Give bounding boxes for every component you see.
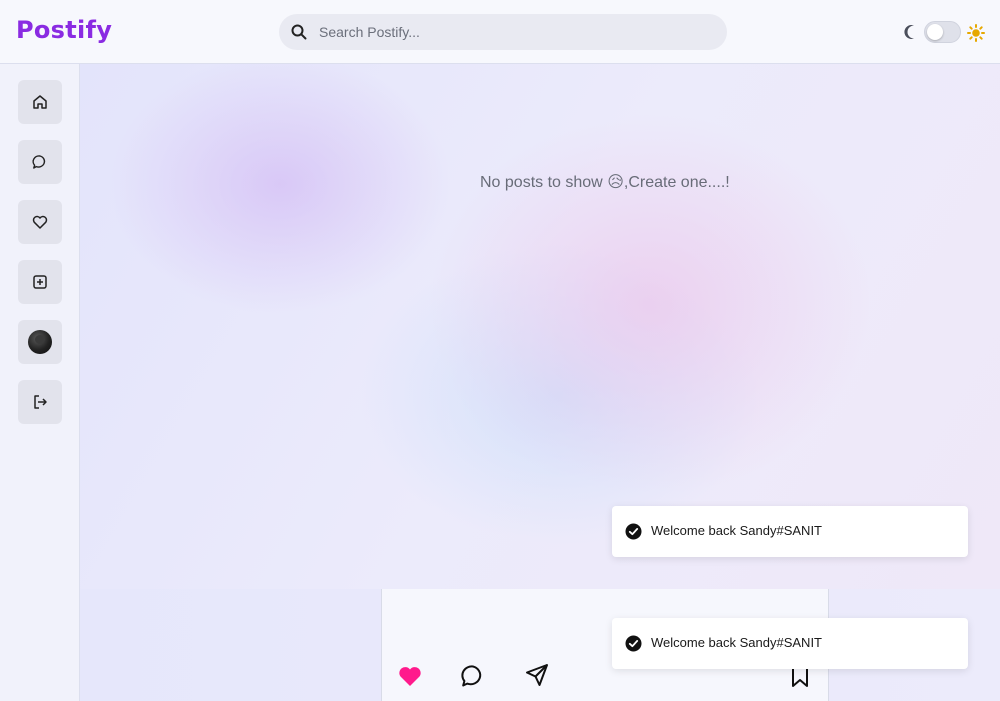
toast-notification[interactable]: Welcome back Sandy#SANIT [612, 618, 968, 669]
empty-suffix: ,Create one....! [623, 174, 730, 191]
moon-icon [904, 25, 914, 39]
search-icon [291, 24, 307, 40]
sidebar-item-notifications[interactable] [18, 200, 62, 244]
toast-notification[interactable]: Welcome back Sandy#SANIT [612, 506, 968, 557]
theme-switcher [901, 21, 991, 43]
sidebar-item-profile[interactable] [18, 320, 62, 364]
heart-filled-icon[interactable] [397, 663, 423, 689]
comment-icon[interactable] [460, 663, 486, 689]
logout-icon [34, 395, 47, 409]
theme-toggle[interactable] [924, 21, 961, 43]
check-circle-icon [625, 635, 642, 652]
heart-icon [32, 215, 48, 229]
plus-square-icon [33, 275, 47, 289]
chat-bubble-icon [32, 155, 46, 169]
top-header: Postify [0, 0, 1000, 64]
check-circle-icon [625, 523, 642, 540]
sidebar-item-messages[interactable] [18, 140, 62, 184]
sidebar-item-create[interactable] [18, 260, 62, 304]
sidebar-item-home[interactable] [18, 80, 62, 124]
sun-icon [967, 24, 985, 42]
app-logo[interactable]: Postify [16, 16, 112, 44]
home-icon [33, 95, 47, 109]
toggle-knob [927, 24, 943, 40]
sidebar [0, 64, 80, 701]
sidebar-item-logout[interactable] [18, 380, 62, 424]
toast-message: Welcome back Sandy#SANIT [651, 523, 822, 538]
search-input[interactable] [319, 14, 719, 50]
search-bar[interactable] [279, 14, 727, 50]
avatar [28, 330, 52, 354]
send-icon[interactable] [524, 662, 550, 688]
sad-emoji: 😥 [607, 172, 624, 191]
toast-message: Welcome back Sandy#SANIT [651, 635, 822, 650]
empty-feed-message: No posts to show 😥,Create one....! [480, 172, 730, 192]
empty-text: No posts to show [480, 174, 603, 191]
